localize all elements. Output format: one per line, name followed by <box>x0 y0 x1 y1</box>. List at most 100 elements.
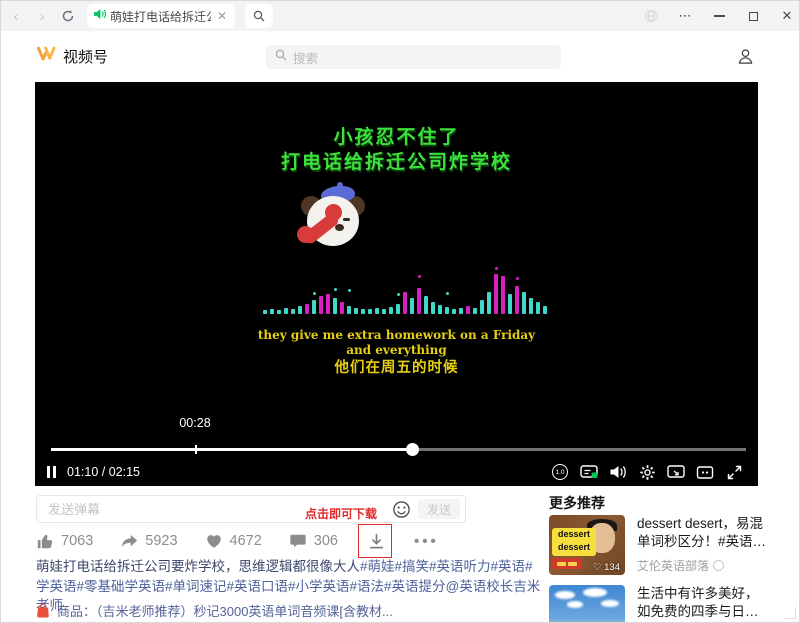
visualizer-bar <box>431 264 435 314</box>
search-tab-button[interactable] <box>245 4 273 28</box>
visualizer-bar <box>347 264 351 314</box>
maximize-icon[interactable] <box>745 8 761 24</box>
visualizer-bar <box>270 264 274 314</box>
visualizer-bar <box>319 264 323 314</box>
header-search-placeholder: 搜索 <box>293 48 318 67</box>
minimize-icon[interactable] <box>711 8 727 24</box>
visualizer-bar <box>326 264 330 314</box>
reload-icon[interactable] <box>57 5 79 27</box>
visualizer-bar <box>312 264 316 314</box>
product-link-row[interactable]: 商品：（吉米老师推荐）秒记3000英语单词音频课[含教材... <box>36 601 393 620</box>
thumbnail-text-sticker: dessert dessert <box>552 528 596 556</box>
time-display: 01:10 / 02:15 <box>67 465 140 479</box>
pause-icon[interactable] <box>47 466 56 478</box>
visualizer-bar <box>515 264 519 314</box>
subtitle-english-line1: they give me extra homework on a Friday <box>35 328 758 342</box>
visualizer-bar <box>291 264 295 314</box>
globe-icon[interactable] <box>643 8 659 24</box>
visualizer-bar <box>410 264 414 314</box>
subtitle-chinese: 他们在周五的时候 <box>35 356 758 377</box>
more-actions-icon[interactable]: ••• <box>414 533 439 550</box>
recommendation-author[interactable]: 艾伦英语部落 <box>637 557 769 574</box>
back-icon[interactable]: ‹ <box>5 5 27 27</box>
visualizer-bar <box>354 264 358 314</box>
visualizer-bar <box>298 264 302 314</box>
site-header: 视频号 搜索 <box>1 31 800 81</box>
video-overlay-title-line2: 打电话给拆迁公司炸学校 <box>35 147 758 174</box>
comment-count: 306 <box>314 533 338 549</box>
progress-bar-handle[interactable] <box>406 443 419 456</box>
browser-tab[interactable]: 萌娃打电话给拆迁公司要炸学校 ✕ <box>87 4 235 28</box>
volume-icon[interactable] <box>608 462 628 482</box>
visualizer-bar <box>403 264 407 314</box>
download-button[interactable] <box>365 530 387 552</box>
visualizer-bar <box>305 264 309 314</box>
tab-close-icon[interactable]: ✕ <box>215 9 229 23</box>
progress-bar[interactable] <box>51 448 746 451</box>
visualizer-bar <box>487 264 491 314</box>
visualizer-bar <box>382 264 386 314</box>
share-count: 5923 <box>145 533 177 549</box>
video-overlay-title-line1: 小孩忍不住了 <box>35 122 758 149</box>
recommendations-sidebar: 更多推荐 dessert dessert ♡ 134 dessert deser… <box>549 493 771 513</box>
share-stat[interactable]: 5923 <box>120 532 177 550</box>
like-stat[interactable]: 7063 <box>36 532 93 550</box>
download-highlight-box <box>358 524 392 558</box>
visualizer-bar <box>508 264 512 314</box>
close-window-icon[interactable]: ✕ <box>779 8 795 24</box>
settings-gear-icon[interactable] <box>637 462 657 482</box>
comment-stat[interactable]: 306 <box>289 532 338 550</box>
header-search-box[interactable]: 搜索 <box>266 45 561 69</box>
visualizer-bar <box>389 264 393 314</box>
video-player[interactable]: 小孩忍不住了 打电话给拆迁公司炸学校 they give me extra ho… <box>35 82 758 486</box>
thumbnail-badge <box>552 558 582 569</box>
progress-hover-time: 00:28 <box>155 416 235 430</box>
shopping-bag-icon <box>36 603 50 618</box>
search-icon <box>275 48 287 66</box>
subtitle-english-line2: and everything <box>35 343 758 357</box>
comment-bubble-icon <box>289 532 307 550</box>
product-label: 商品：（吉米老师推荐）秒记3000英语单词音频课[含教材... <box>57 601 393 620</box>
forward-icon[interactable]: › <box>31 5 53 27</box>
recommendation-thumbnail[interactable]: dessert dessert ♡ 134 <box>549 515 625 575</box>
recommendation-item[interactable]: dessert dessert ♡ 134 dessert desert，易混单… <box>549 515 769 575</box>
window-resize-grip[interactable] <box>784 607 796 619</box>
visualizer-bar <box>361 264 365 314</box>
visualizer-bar <box>536 264 540 314</box>
profile-button[interactable] <box>733 44 757 68</box>
visualizer-bar <box>473 264 477 314</box>
audio-visualizer <box>263 264 553 314</box>
recommendations-title: 更多推荐 <box>549 493 771 513</box>
fullscreen-icon[interactable] <box>724 462 744 482</box>
visualizer-bar <box>333 264 337 314</box>
send-danmaku-button[interactable]: 发送 <box>418 499 460 519</box>
visualizer-bar <box>522 264 526 314</box>
recommendation-title[interactable]: 生活中有许多美好，如免费的四季与日落、... <box>637 585 769 621</box>
recommendation-item[interactable]: 生活中有许多美好，如免费的四季与日落、... <box>549 585 769 623</box>
visualizer-bar <box>396 264 400 314</box>
favorite-stat[interactable]: 4672 <box>205 532 262 550</box>
visualizer-bar <box>368 264 372 314</box>
visualizer-bar <box>438 264 442 314</box>
picture-in-picture-icon[interactable] <box>666 462 686 482</box>
playback-speed-icon[interactable]: 1.0 <box>550 462 570 482</box>
app-name: 视频号 <box>63 46 108 67</box>
player-controls: 01:10 / 02:15 1.0 <box>47 460 744 484</box>
emoji-icon[interactable] <box>390 498 412 520</box>
visualizer-bar <box>417 264 421 314</box>
channels-brand[interactable]: 视频号 <box>36 45 108 68</box>
recommendation-thumbnail[interactable] <box>549 585 625 623</box>
visualizer-bar <box>529 264 533 314</box>
danmaku-toggle-icon[interactable] <box>579 462 599 482</box>
recommendation-title[interactable]: dessert desert，易混单词秒区分！#英语 #... <box>637 515 769 551</box>
window-controls: ⋯ ✕ <box>643 1 795 31</box>
app-window: ‹ › 萌娃打电话给拆迁公司要炸学校 ✕ ⋯ ✕ <box>0 0 800 623</box>
dog-avatar-illustration <box>299 186 369 256</box>
visualizer-bar <box>284 264 288 314</box>
browser-menu-icon[interactable]: ⋯ <box>677 8 693 24</box>
channels-logo-icon <box>36 45 56 68</box>
download-hint-annotation: 点击即可下载 <box>305 505 377 522</box>
progress-bar-marker <box>195 445 197 454</box>
tab-title: 萌娃打电话给拆迁公司要炸学校 <box>110 8 211 25</box>
resolution-icon[interactable] <box>695 462 715 482</box>
